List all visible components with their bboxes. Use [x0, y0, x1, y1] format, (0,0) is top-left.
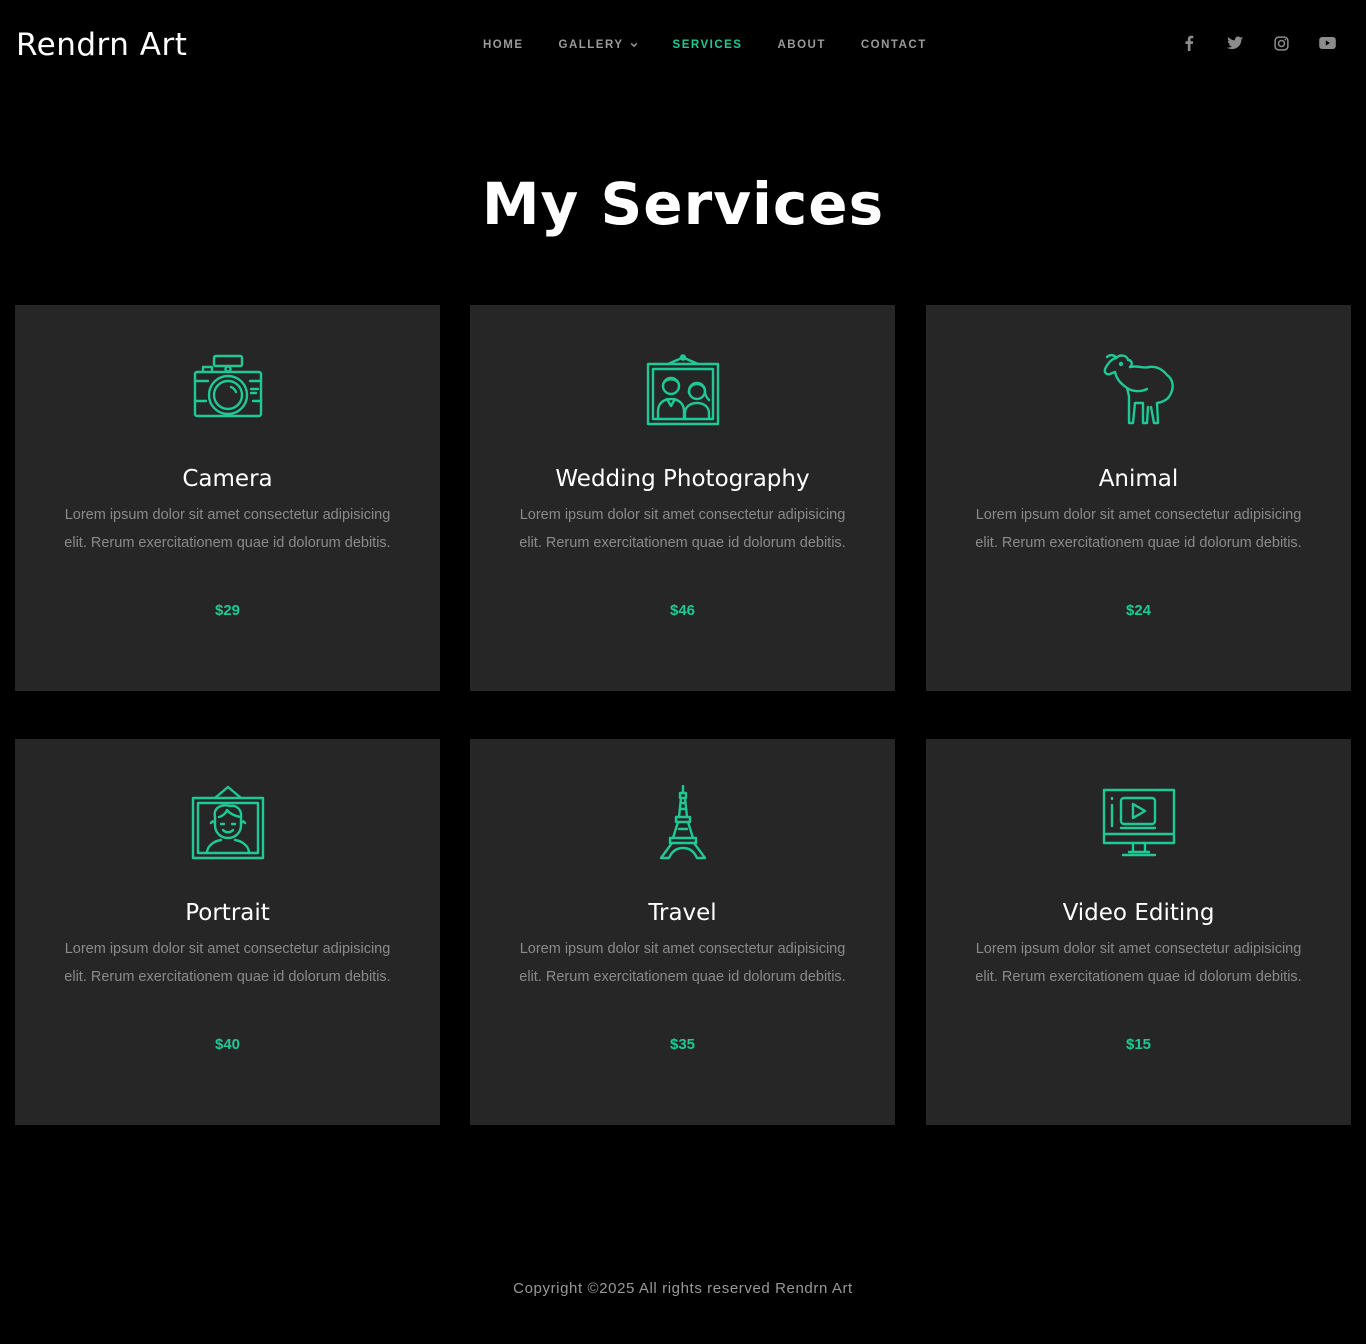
service-title: Portrait [185, 900, 270, 926]
service-description: Lorem ipsum dolor sit amet consectetur a… [519, 941, 846, 985]
nav-services[interactable]: SERVICES [673, 38, 743, 52]
service-card-wedding-photography[interactable]: Wedding Photography Lorem ipsum dolor si… [470, 305, 895, 691]
service-title: Animal [1098, 466, 1179, 492]
page-title: My Services [481, 170, 885, 238]
nav-about[interactable]: ABOUT [777, 38, 825, 52]
chevron-down-icon [630, 42, 637, 48]
service-description: Lorem ipsum dolor sit amet consectetur a… [975, 507, 1302, 551]
wedding-photo-icon [646, 354, 719, 426]
service-price: $40 [214, 1036, 241, 1053]
service-price: $15 [1125, 1036, 1152, 1053]
service-title: Camera [182, 466, 273, 492]
service-description: Lorem ipsum dolor sit amet consectetur a… [519, 507, 846, 551]
video-monitor-icon [1102, 788, 1175, 857]
portrait-frame-icon [191, 785, 264, 860]
nav-contact[interactable]: CONTACT [861, 38, 927, 52]
youtube-icon[interactable] [1318, 34, 1336, 52]
service-card-animal[interactable]: Animal Lorem ipsum dolor sit amet consec… [926, 305, 1351, 691]
sheep-icon [1103, 354, 1174, 425]
facebook-icon[interactable] [1180, 34, 1198, 52]
service-title: Video Editing [1062, 900, 1215, 926]
site-logo[interactable]: Rendrn Art [16, 26, 187, 64]
service-title: Travel [648, 900, 717, 926]
service-price: $35 [669, 1036, 696, 1053]
nav-home[interactable]: HOME [483, 38, 524, 52]
service-card-camera[interactable]: Camera Lorem ipsum dolor sit amet consec… [15, 305, 440, 691]
nav-services-label: SERVICES [672, 39, 743, 51]
service-description: Lorem ipsum dolor sit amet consectetur a… [64, 507, 391, 551]
nav-gallery-label: GALLERY [558, 39, 624, 51]
nav-contact-label: CONTACT [860, 39, 927, 51]
service-card-travel[interactable]: Travel Lorem ipsum dolor sit amet consec… [470, 739, 895, 1125]
service-description: Lorem ipsum dolor sit amet consectetur a… [975, 941, 1302, 985]
service-card-video-editing[interactable]: Video Editing Lorem ipsum dolor sit amet… [926, 739, 1351, 1125]
service-card-portrait[interactable]: Portrait Lorem ipsum dolor sit amet cons… [15, 739, 440, 1125]
main-nav: HOME GALLERY SERVICES ABOUT CONTACT [483, 38, 962, 52]
social-links [1152, 34, 1336, 52]
nav-home-label: HOME [483, 39, 524, 51]
service-price: $29 [214, 602, 241, 619]
eiffel-tower-icon [659, 785, 706, 860]
site-header: Rendrn Art HOME GALLERY SERVICES ABOUT C… [0, 0, 1366, 90]
service-price: $24 [1125, 602, 1152, 619]
twitter-icon[interactable] [1226, 34, 1244, 52]
nav-about-label: ABOUT [777, 39, 826, 51]
service-price: $46 [669, 602, 696, 619]
instagram-icon[interactable] [1272, 34, 1290, 52]
camera-icon [193, 354, 262, 418]
nav-gallery[interactable]: GALLERY [559, 38, 638, 52]
service-title: Wedding Photography [555, 466, 810, 492]
service-description: Lorem ipsum dolor sit amet consectetur a… [64, 941, 391, 985]
footer-copyright: Copyright ©2025 All rights reserved Rend… [513, 1280, 853, 1297]
